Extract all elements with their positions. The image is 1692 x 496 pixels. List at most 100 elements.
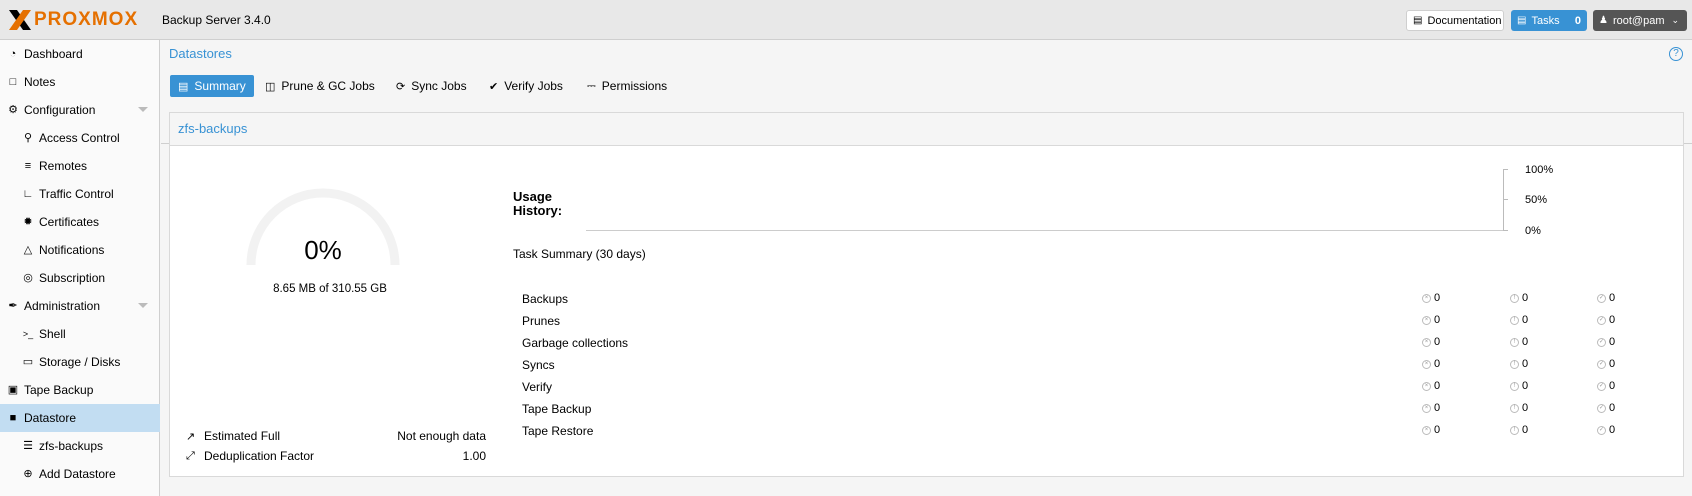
- documentation-button[interactable]: ▤ Documentation: [1406, 10, 1504, 31]
- axis-label-100: 100%: [1525, 164, 1554, 176]
- sidebar-item-remotes[interactable]: ≡ Remotes: [0, 152, 160, 180]
- warning-count[interactable]: ! 0: [1510, 380, 1528, 392]
- archive-icon: ■: [9, 411, 17, 424]
- warning-count[interactable]: ! 0: [1510, 402, 1528, 414]
- x-circle-icon: ×: [1422, 293, 1431, 303]
- tab-summary[interactable]: ▤ Summary: [170, 75, 254, 97]
- warning-count[interactable]: ! 0: [1510, 424, 1528, 436]
- sidebar-item-configuration[interactable]: ⚙ Configuration: [0, 96, 160, 124]
- cogs-icon: ⚙: [8, 103, 18, 116]
- proxmox-logo[interactable]: PROXMOX: [8, 9, 138, 31]
- sidebar-item-administration[interactable]: ✒ Administration: [0, 292, 160, 320]
- sidebar-item-label: zfs-backups: [39, 439, 104, 453]
- sidebar-item-label: Configuration: [24, 103, 96, 117]
- sidebar-item-label: Traffic Control: [39, 187, 114, 201]
- task-summary-label: Task Summary (30 days): [513, 247, 646, 261]
- task-summary-row[interactable]: Garbage collections × 0! 0 ✓ 0: [522, 334, 1672, 352]
- estimated-full-label: Estimated Full: [204, 429, 281, 443]
- warning-count-value: 0: [1522, 424, 1529, 436]
- sidebar-item-label: Subscription: [39, 271, 106, 285]
- task-summary-row[interactable]: Syncs × 0! 0 ✓ 0: [522, 356, 1672, 374]
- estimated-full-row: ↗ Estimated Full Not enough data: [186, 427, 486, 445]
- check-circle-icon: ✓: [1597, 293, 1606, 303]
- tasks-label: Tasks: [1531, 14, 1560, 27]
- collapse-caret-icon[interactable]: [138, 303, 148, 308]
- ok-count[interactable]: ✓ 0: [1597, 336, 1615, 348]
- usage-history-label: Usage History:: [513, 189, 563, 218]
- error-count[interactable]: × 0: [1422, 380, 1440, 392]
- check-circle-icon: ✓: [1597, 425, 1606, 435]
- ok-count-value: 0: [1609, 336, 1616, 348]
- task-summary-row[interactable]: Verify × 0! 0 ✓ 0: [522, 378, 1672, 396]
- task-summary-row[interactable]: Tape Restore × 0! 0 ✓ 0: [522, 422, 1672, 440]
- ok-count[interactable]: ✓ 0: [1597, 358, 1615, 370]
- error-count[interactable]: × 0: [1422, 336, 1440, 348]
- task-type-label: Garbage collections: [522, 336, 629, 350]
- tab-label: Summary: [194, 79, 246, 93]
- tab-permissions[interactable]: ⎓ Permissions: [579, 75, 675, 97]
- x-circle-icon: ×: [1422, 381, 1431, 391]
- warning-count-value: 0: [1522, 314, 1529, 326]
- tasks-button[interactable]: ▤ Tasks 0: [1511, 10, 1587, 31]
- warning-count-value: 0: [1522, 336, 1529, 348]
- error-count[interactable]: × 0: [1422, 424, 1440, 436]
- tab-sync-jobs[interactable]: ⟳ Sync Jobs: [388, 75, 475, 97]
- sidebar-item-datastore[interactable]: ■ Datastore: [0, 404, 160, 432]
- tab-label: Permissions: [601, 79, 668, 93]
- ok-count[interactable]: ✓ 0: [1597, 424, 1615, 436]
- error-count[interactable]: × 0: [1422, 402, 1440, 414]
- help-icon[interactable]: ?: [1669, 47, 1683, 61]
- sidebar-item-traffic-control[interactable]: ∟ Traffic Control: [0, 180, 160, 208]
- sidebar-item-tape-backup[interactable]: ▣ Tape Backup: [0, 376, 160, 404]
- sidebar-item-label: Shell: [39, 327, 66, 341]
- line-chart-icon: ↗: [186, 430, 196, 443]
- user-menu-button[interactable]: ♟ root@pam ⌄: [1593, 10, 1687, 31]
- ok-count[interactable]: ✓ 0: [1597, 292, 1615, 304]
- sidebar-item-storage-disks[interactable]: ▭ Storage / Disks: [0, 348, 160, 376]
- error-count[interactable]: × 0: [1422, 314, 1440, 326]
- tab-prune-gc-jobs[interactable]: ◫ Prune & GC Jobs: [257, 75, 383, 97]
- warning-count[interactable]: ! 0: [1510, 292, 1528, 304]
- collapse-caret-icon[interactable]: [138, 107, 148, 112]
- x-circle-icon: ×: [1422, 403, 1431, 413]
- plus-circle-icon: ⊕: [23, 467, 33, 480]
- warning-count[interactable]: ! 0: [1510, 336, 1528, 348]
- x-circle-icon: ×: [1422, 315, 1431, 325]
- ok-count[interactable]: ✓ 0: [1597, 380, 1615, 392]
- note-icon: □: [9, 75, 17, 88]
- book-icon: ▤: [178, 80, 189, 93]
- database-icon: ☰: [23, 439, 33, 452]
- error-count[interactable]: × 0: [1422, 292, 1440, 304]
- error-count[interactable]: × 0: [1422, 358, 1440, 370]
- warning-count-value: 0: [1522, 402, 1529, 414]
- axis-tick: [1503, 199, 1508, 200]
- dedup-factor-row: ⤢ Deduplication Factor 1.00: [186, 447, 486, 465]
- axis-tick: [1503, 230, 1508, 231]
- documentation-label: Documentation: [1427, 14, 1502, 27]
- axis-label-0: 0%: [1525, 225, 1541, 237]
- warning-count[interactable]: ! 0: [1510, 358, 1528, 370]
- exclamation-circle-icon: !: [1510, 293, 1519, 303]
- sidebar-item-notifications[interactable]: △ Notifications: [0, 236, 160, 264]
- sidebar-item-shell[interactable]: >_ Shell: [0, 320, 160, 348]
- sidebar-item-label: Notes: [24, 75, 56, 89]
- ok-count-value: 0: [1609, 380, 1616, 392]
- ok-count[interactable]: ✓ 0: [1597, 314, 1615, 326]
- sidebar-item-notes[interactable]: □ Notes: [0, 68, 160, 96]
- tab-verify-jobs[interactable]: ✔ Verify Jobs: [481, 75, 571, 97]
- sidebar-item-certificates[interactable]: ✹ Certificates: [0, 208, 160, 236]
- exclamation-circle-icon: !: [1510, 337, 1519, 347]
- sidebar-item-dashboard[interactable]: ◔ Dashboard: [0, 40, 160, 68]
- check-circle-icon: ✓: [1597, 381, 1606, 391]
- sidebar-item-subscription[interactable]: ◎ Subscription: [0, 264, 160, 292]
- sidebar-item-zfs-backups[interactable]: ☰ zfs-backups: [0, 432, 160, 460]
- task-summary-row[interactable]: Backups × 0! 0 ✓ 0: [522, 290, 1672, 308]
- wrench-icon: ✒: [8, 299, 18, 312]
- sidebar-item-access-control[interactable]: ⚲ Access Control: [0, 124, 160, 152]
- error-count-value: 0: [1434, 358, 1441, 370]
- ok-count[interactable]: ✓ 0: [1597, 402, 1615, 414]
- warning-count[interactable]: ! 0: [1510, 314, 1528, 326]
- task-summary-row[interactable]: Prunes × 0! 0 ✓ 0: [522, 312, 1672, 330]
- task-summary-row[interactable]: Tape Backup × 0! 0 ✓ 0: [522, 400, 1672, 418]
- sidebar-item-add-datastore[interactable]: ⊕ Add Datastore: [0, 460, 160, 488]
